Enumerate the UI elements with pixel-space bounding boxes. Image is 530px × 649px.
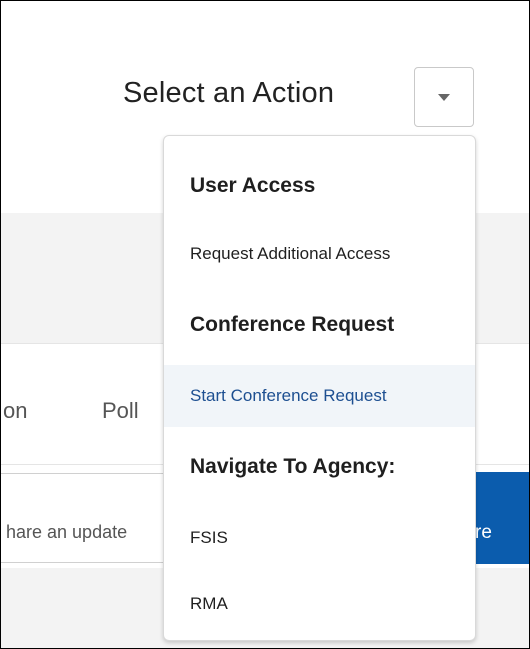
action-dropdown-button[interactable] (414, 67, 474, 127)
select-action-label: Select an Action (123, 77, 335, 109)
menu-heading-user-access: User Access (190, 174, 316, 197)
menu-heading-conference-request: Conference Request (190, 313, 395, 336)
menu-item-rma[interactable]: RMA (164, 573, 475, 635)
tab-question[interactable]: on (3, 398, 27, 424)
share-button-label: re (475, 522, 492, 543)
menu-item-fsis[interactable]: FSIS (164, 507, 475, 569)
share-input-placeholder: hare an update (6, 522, 128, 542)
menu-item-start-conference-request[interactable]: Start Conference Request (164, 365, 475, 427)
page-frame: Select an Action on Poll hare an update … (0, 0, 530, 649)
menu-item-request-additional-access[interactable]: Request Additional Access (164, 223, 475, 285)
share-update-input[interactable]: hare an update (1, 473, 176, 563)
chevron-down-icon (438, 94, 450, 101)
tab-poll[interactable]: Poll (102, 398, 139, 424)
action-menu: User Access Request Additional Access Co… (163, 135, 476, 641)
menu-heading-navigate-to-agency: Navigate To Agency: (190, 455, 396, 478)
